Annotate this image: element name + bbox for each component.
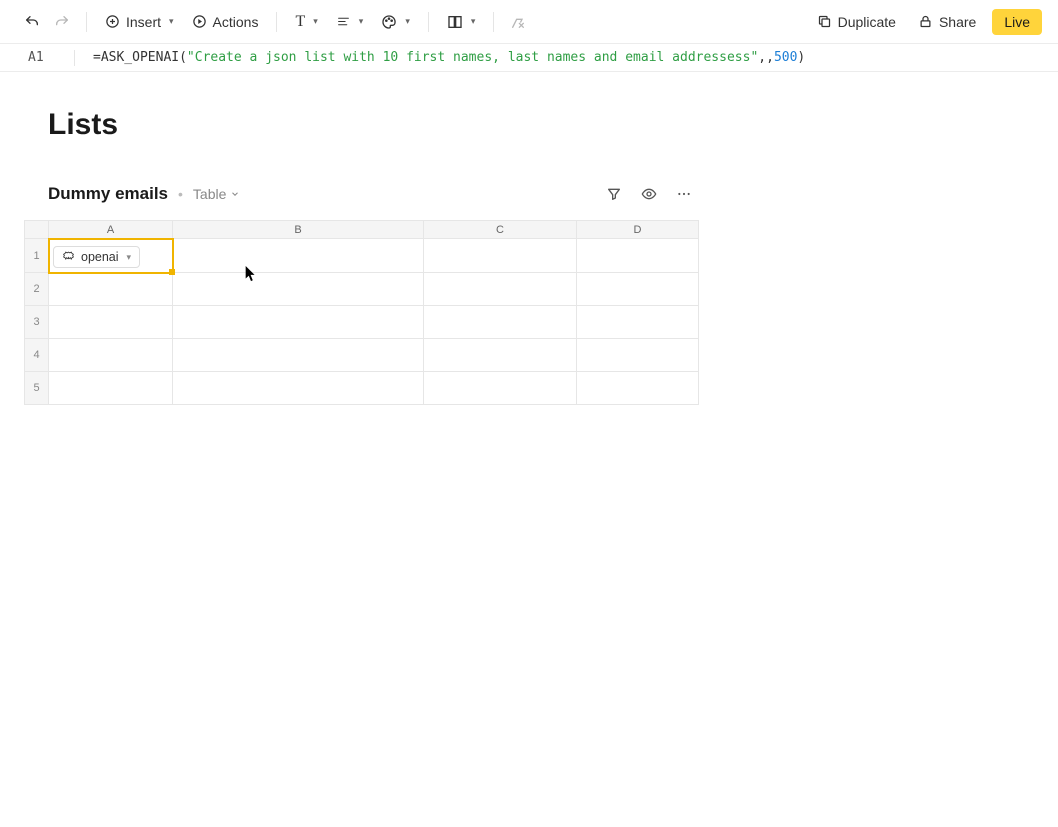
insert-label: Insert [126, 14, 161, 30]
toolbar-right: Duplicate Share Live [811, 9, 1042, 35]
layout-icon [447, 14, 463, 30]
cell-a3[interactable] [49, 306, 173, 339]
page-body: Lists Dummy emails • Table A B C D [0, 72, 1058, 441]
formula-number-token: 500 [774, 50, 797, 65]
cell-reference[interactable]: A1 [28, 50, 56, 65]
actions-button[interactable]: Actions [186, 10, 265, 34]
cell-b1[interactable] [173, 239, 424, 273]
color-button[interactable]: ▾ [375, 10, 416, 34]
chip-label: openai [81, 250, 119, 264]
text-style-icon: T [295, 13, 305, 31]
column-header[interactable]: D [577, 221, 699, 239]
toolbar-separator [276, 12, 277, 32]
cell-b3[interactable] [173, 306, 424, 339]
row-header[interactable]: 5 [25, 372, 49, 405]
page-title[interactable]: Lists [48, 108, 1010, 142]
block-header: Dummy emails • Table [24, 182, 698, 206]
fill-handle[interactable] [169, 269, 175, 275]
clear-format-button[interactable] [506, 10, 530, 34]
layout-button[interactable]: ▾ [441, 10, 482, 34]
redo-icon [54, 14, 70, 30]
lock-icon [918, 14, 933, 29]
duplicate-label: Duplicate [838, 14, 896, 30]
chevron-down-icon: ▾ [471, 16, 476, 27]
formula-string-token: "Create a json list with 10 first names,… [187, 50, 758, 65]
toolbar-separator [428, 12, 429, 32]
cell-d3[interactable] [577, 306, 699, 339]
chevron-down-icon: ▾ [405, 16, 410, 27]
cell-c5[interactable] [424, 372, 577, 405]
redo-button[interactable] [50, 10, 74, 34]
share-label: Share [939, 14, 976, 30]
share-button[interactable]: Share [912, 10, 982, 34]
toolbar-left: Insert ▾ Actions T ▾ ▾ ▾ ▾ [20, 9, 803, 35]
play-circle-icon [192, 14, 207, 29]
text-style-button[interactable]: T ▾ [289, 9, 323, 35]
toolbar-separator [86, 12, 87, 32]
insert-button[interactable]: Insert ▾ [99, 10, 180, 34]
cell-c4[interactable] [424, 339, 577, 372]
cell-c1[interactable] [424, 239, 577, 273]
chevron-down-icon [230, 189, 240, 199]
filter-button[interactable] [602, 182, 626, 206]
toolbar-separator [493, 12, 494, 32]
palette-icon [381, 14, 397, 30]
align-button[interactable]: ▾ [330, 11, 370, 32]
openai-icon [62, 251, 75, 264]
row-header[interactable]: 3 [25, 306, 49, 339]
actions-label: Actions [213, 14, 259, 30]
undo-button[interactable] [20, 10, 44, 34]
duplicate-button[interactable]: Duplicate [811, 10, 902, 34]
cell-d1[interactable] [577, 239, 699, 273]
toolbar: Insert ▾ Actions T ▾ ▾ ▾ ▾ [0, 0, 1058, 44]
formula-bar: A1 =ASK_OPENAI("Create a json list with … [0, 44, 1058, 72]
cell-a2[interactable] [49, 273, 173, 306]
cell-d4[interactable] [577, 339, 699, 372]
filter-icon [606, 186, 622, 202]
live-label: Live [1004, 14, 1030, 30]
column-header[interactable]: B [173, 221, 424, 239]
block-type-label: Table [193, 186, 226, 202]
formula-token: ,, [758, 50, 774, 65]
row-header[interactable]: 1 [25, 239, 49, 273]
block-type-dropdown[interactable]: Table [193, 186, 240, 202]
cell-b5[interactable] [173, 372, 424, 405]
dot-separator: • [178, 186, 183, 202]
cell-a5[interactable] [49, 372, 173, 405]
duplicate-icon [817, 14, 832, 29]
more-horizontal-icon [676, 186, 692, 202]
formula-separator [74, 50, 75, 66]
openai-chip[interactable]: openai ▾ [53, 246, 140, 268]
cell-d2[interactable] [577, 273, 699, 306]
eye-icon [640, 186, 658, 202]
chevron-down-icon: ▾ [127, 252, 132, 263]
undo-icon [24, 14, 40, 30]
cell-b2[interactable] [173, 273, 424, 306]
chevron-down-icon: ▾ [313, 16, 318, 27]
column-header[interactable]: A [49, 221, 173, 239]
formula-token: =ASK_OPENAI( [93, 50, 187, 65]
plus-circle-icon [105, 14, 120, 29]
cell-a4[interactable] [49, 339, 173, 372]
cell-d5[interactable] [577, 372, 699, 405]
clear-format-icon [510, 14, 526, 30]
align-left-icon [336, 15, 351, 28]
formula-token: ) [797, 50, 805, 65]
live-button[interactable]: Live [992, 9, 1042, 35]
cell-c2[interactable] [424, 273, 577, 306]
formula-input[interactable]: =ASK_OPENAI("Create a json list with 10 … [93, 50, 805, 65]
column-header[interactable]: C [424, 221, 577, 239]
table-grid: A B C D 1 openai ▾ [24, 220, 1010, 405]
row-header[interactable]: 4 [25, 339, 49, 372]
cell-c3[interactable] [424, 306, 577, 339]
block-title[interactable]: Dummy emails [48, 184, 168, 204]
cell-a1[interactable]: openai ▾ [49, 239, 173, 273]
visibility-button[interactable] [636, 182, 662, 206]
chevron-down-icon: ▾ [169, 16, 174, 27]
row-header[interactable]: 2 [25, 273, 49, 306]
cell-b4[interactable] [173, 339, 424, 372]
grid-corner[interactable] [25, 221, 49, 239]
chevron-down-icon: ▾ [359, 16, 364, 27]
more-button[interactable] [672, 182, 696, 206]
